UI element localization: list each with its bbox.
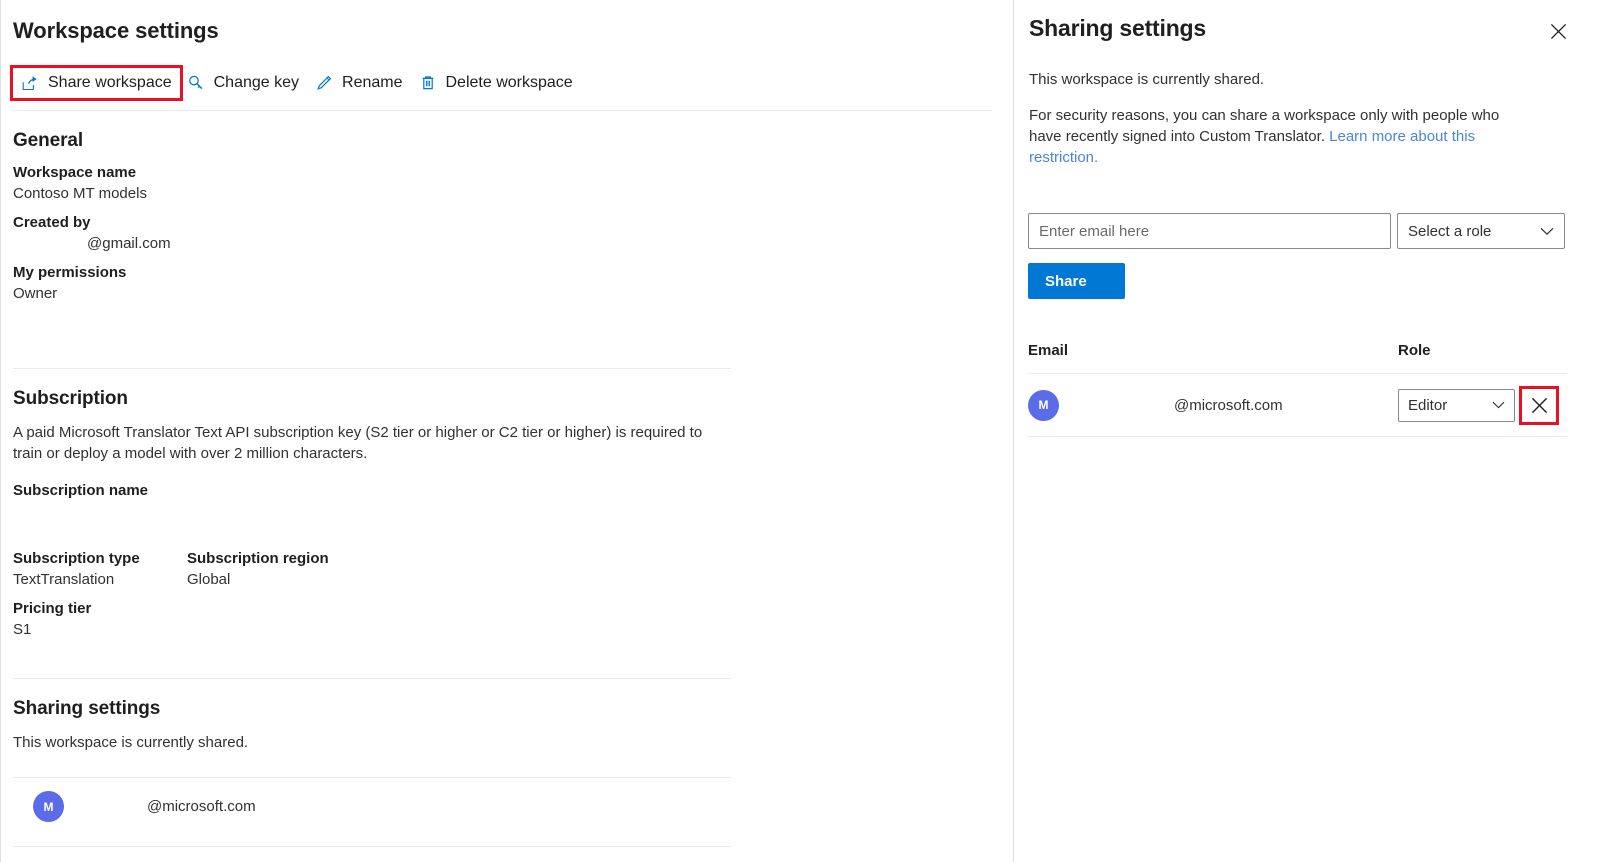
shared-users-table: Email Role M @microsoft.com Editor: [1028, 342, 1567, 437]
avatar: M: [1028, 389, 1059, 421]
row-email: @microsoft.com: [1174, 396, 1283, 414]
subscription-heading: Subscription: [13, 388, 128, 409]
chevron-down-icon: [1492, 401, 1505, 409]
role-select[interactable]: Select a role: [1397, 213, 1565, 249]
sharing-bottom-divider: [13, 846, 731, 847]
table-header-row: Email Role: [1028, 342, 1567, 373]
page-title: Workspace settings: [13, 18, 219, 43]
subscription-type-label: Subscription type: [13, 550, 140, 567]
column-header-role: Role: [1398, 342, 1431, 359]
app-root: Workspace settings Share workspace Chang…: [0, 0, 1601, 862]
subscription-region-value: Global: [187, 571, 231, 588]
table-row: M @microsoft.com Editor: [1028, 374, 1567, 436]
rename-label: Rename: [342, 74, 403, 91]
change-key-label: Change key: [213, 74, 300, 91]
workspace-name-value: Contoso MT models: [13, 185, 147, 202]
chevron-down-icon: [1540, 227, 1554, 236]
pencil-icon: [315, 74, 333, 92]
subscription-section: Subscription A paid Microsoft Translator…: [13, 388, 733, 638]
my-permissions-value: Owner: [13, 285, 58, 302]
shared-member-row: M @microsoft.com: [33, 791, 256, 822]
shared-member-email: @microsoft.com: [147, 798, 256, 815]
created-by-value: @gmail.com: [87, 235, 171, 252]
share-form-row: Select a role: [1028, 213, 1565, 249]
pricing-tier-label: Pricing tier: [13, 600, 92, 617]
row-avatar-cell: M: [1028, 389, 1059, 421]
sharing-settings-heading: Sharing settings: [13, 698, 161, 719]
trash-icon: [419, 74, 437, 92]
key-icon: [187, 74, 205, 92]
avatar: M: [33, 791, 64, 822]
delete-workspace-label: Delete workspace: [445, 74, 573, 91]
subscription-description: A paid Microsoft Translator Text API sub…: [13, 424, 703, 462]
workspace-toolbar: Share workspace Change key Rename Delete…: [10, 65, 582, 101]
subscription-name-value: [13, 503, 733, 524]
row-role-select[interactable]: Editor: [1398, 388, 1515, 422]
created-by-label: Created by: [13, 214, 91, 231]
email-input[interactable]: [1028, 213, 1391, 249]
subscription-region-col: Subscription region Global: [187, 550, 361, 588]
change-key-button[interactable]: Change key: [180, 68, 308, 98]
workspace-settings-panel: Workspace settings Share workspace Chang…: [0, 0, 1014, 862]
pricing-tier-value: S1: [13, 621, 32, 638]
remove-user-button[interactable]: [1519, 385, 1559, 425]
close-icon[interactable]: [1544, 17, 1572, 45]
general-section: General Workspace name Contoso MT models…: [13, 130, 171, 302]
share-workspace-label: Share workspace: [48, 74, 172, 91]
subscription-region-label: Subscription region: [187, 550, 329, 567]
flyout-lead-text: This workspace is currently shared.: [1029, 71, 1265, 88]
share-button[interactable]: Share: [1028, 263, 1125, 299]
table-row-divider: [1028, 436, 1567, 437]
my-permissions-label: My permissions: [13, 264, 127, 281]
general-heading: General: [13, 130, 84, 151]
sharing-status-text: This workspace is currently shared.: [13, 734, 249, 751]
flyout-title: Sharing settings: [1029, 15, 1206, 41]
delete-workspace-button[interactable]: Delete workspace: [412, 68, 582, 98]
share-icon: [21, 74, 39, 92]
subscription-type-value: TextTranslation: [13, 571, 115, 588]
subscription-name-label: Subscription name: [13, 482, 149, 499]
toolbar-divider: [13, 110, 991, 111]
sharing-settings-flyout: Sharing settings This workspace is curre…: [1014, 0, 1601, 862]
row-role-label: Editor: [1408, 396, 1448, 414]
subscription-section-divider: [13, 678, 731, 679]
role-select-label: Select a role: [1408, 222, 1492, 240]
share-workspace-button[interactable]: Share workspace: [10, 65, 183, 101]
left-edge-divider: [0, 0, 1, 862]
rename-button[interactable]: Rename: [308, 68, 411, 98]
sharing-member-divider: [13, 777, 731, 778]
sharing-settings-section: Sharing settings This workspace is curre…: [13, 698, 248, 751]
flyout-security-note: For security reasons, you can share a wo…: [1029, 105, 1529, 168]
subscription-type-col: Subscription type TextTranslation: [13, 550, 187, 588]
general-section-divider: [13, 368, 731, 369]
subscription-type-region-row: Subscription type TextTranslation Subscr…: [13, 550, 733, 588]
workspace-name-label: Workspace name: [13, 164, 137, 181]
column-header-email: Email: [1028, 342, 1069, 359]
